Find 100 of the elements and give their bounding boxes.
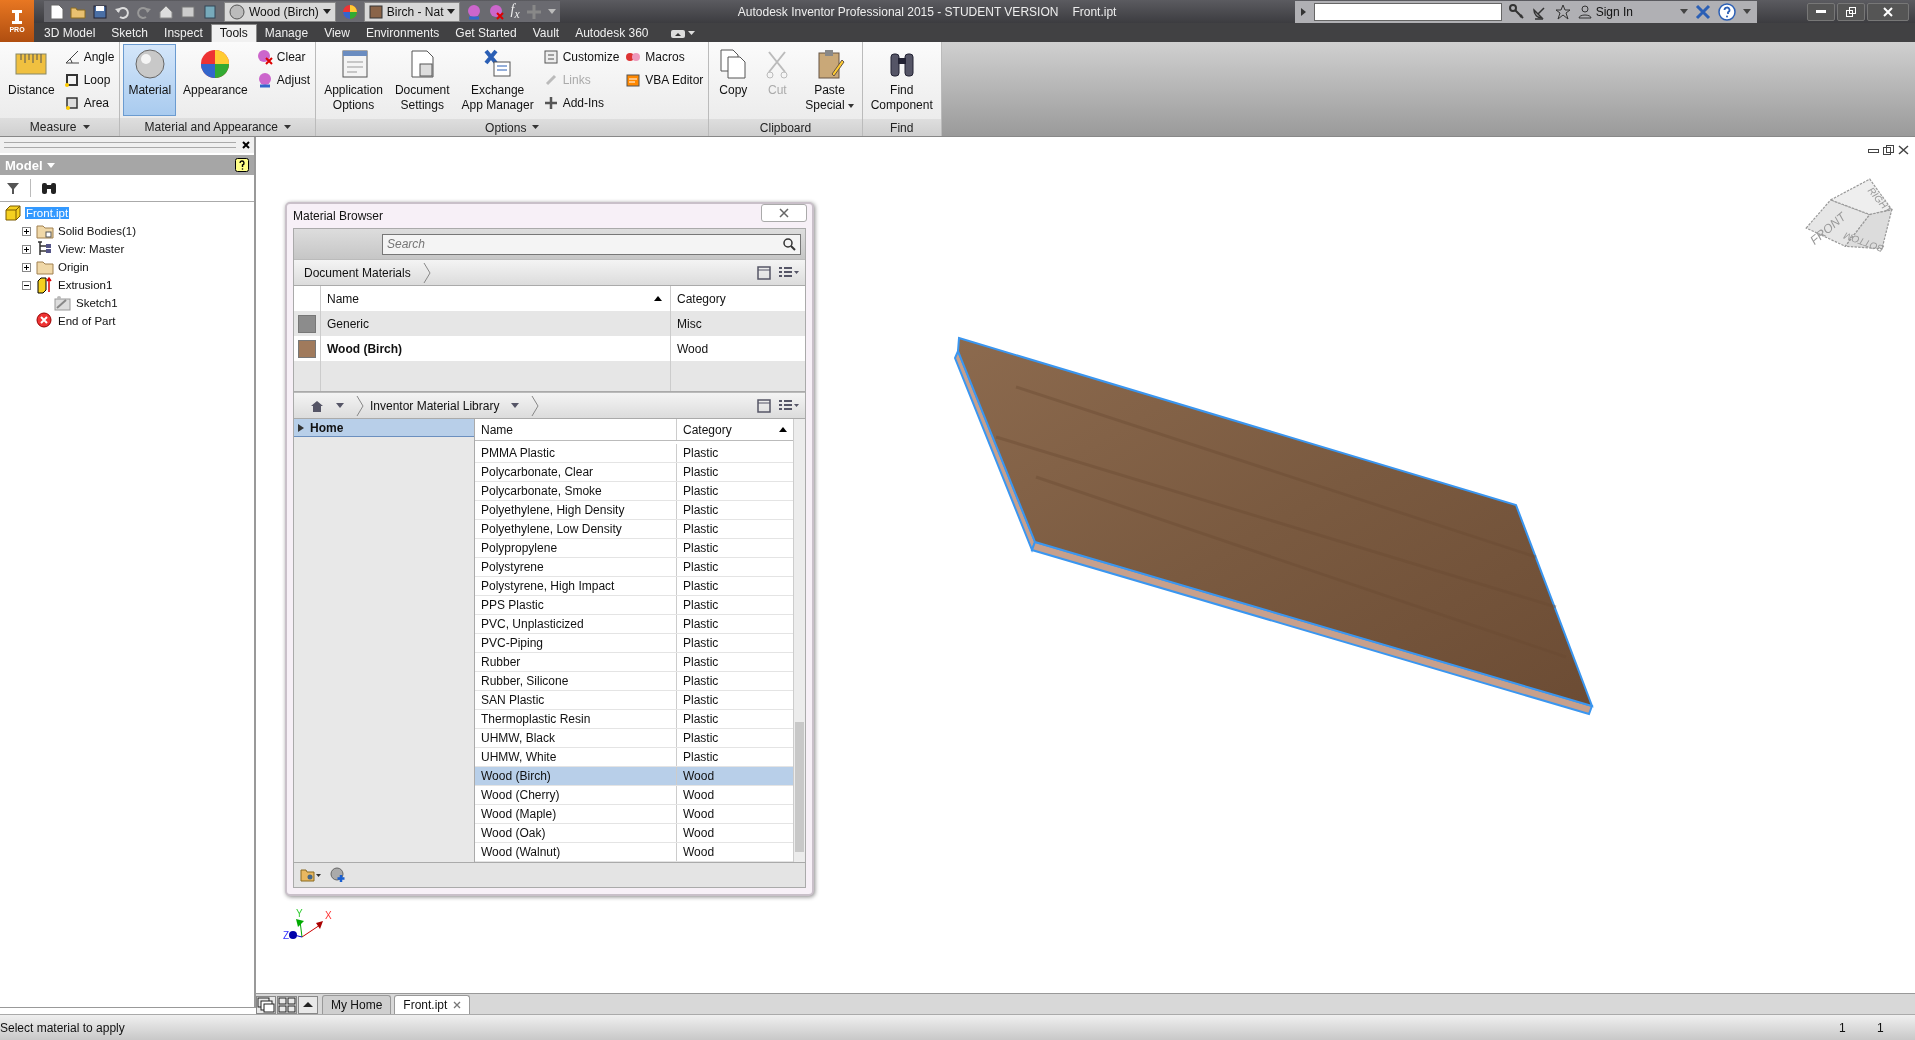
tree-item[interactable]: Origin: [57, 261, 90, 273]
appearance-dropdown[interactable]: Birch - Nat: [363, 1, 461, 22]
tool-button[interactable]: Customize: [540, 47, 622, 66]
ribbon-tab[interactable]: Get Started: [447, 25, 525, 42]
column-header[interactable]: Category: [677, 419, 793, 440]
help-icon[interactable]: [1718, 2, 1736, 21]
filter-icon[interactable]: [6, 181, 20, 195]
table-row[interactable]: Thermoplastic Resin Plastic: [475, 710, 793, 729]
column-header[interactable]: Category: [671, 291, 805, 306]
close-icon[interactable]: [1898, 145, 1909, 155]
search-field[interactable]: Search: [382, 233, 801, 255]
ribbon-tab[interactable]: Manage: [256, 25, 317, 42]
tree-item[interactable]: Extrusion1: [57, 279, 114, 291]
tool-button[interactable]: Document Settings: [389, 44, 455, 117]
ribbon-tab[interactable]: View: [316, 25, 358, 42]
tree-item[interactable]: End of Part: [57, 315, 117, 327]
expand-icon[interactable]: [22, 244, 31, 254]
star-icon[interactable]: [1554, 3, 1571, 20]
panel-toggle-icon[interactable]: [757, 265, 771, 280]
table-row[interactable]: PVC, Unplasticized Plastic: [475, 615, 793, 634]
tool-button[interactable]: Clear: [254, 47, 313, 66]
caret-icon[interactable]: [1680, 8, 1688, 15]
ribbon-tab[interactable]: Sketch: [103, 25, 157, 42]
expand-icon[interactable]: [1300, 7, 1307, 16]
expand-icon[interactable]: [22, 262, 31, 272]
table-row[interactable]: Wood (Cherry) Wood: [475, 786, 793, 805]
close-icon[interactable]: [242, 141, 250, 149]
restore-button[interactable]: [1837, 2, 1865, 21]
table-row[interactable]: PMMA Plastic Plastic: [475, 444, 793, 463]
tool-button[interactable]: Add-Ins: [540, 93, 622, 112]
table-row[interactable]: Wood (Maple) Wood: [475, 805, 793, 824]
help-icon[interactable]: [235, 158, 249, 172]
column-header[interactable]: Name: [475, 419, 677, 440]
caret-icon[interactable]: [547, 8, 556, 15]
table-row[interactable]: Polyethylene, High Density Plastic: [475, 501, 793, 520]
table-row[interactable]: Polycarbonate, Clear Plastic: [475, 463, 793, 482]
material-dropdown[interactable]: Wood (Birch): [224, 1, 336, 22]
list-view-icon[interactable]: [779, 266, 799, 279]
table-row[interactable]: UHMW, Black Plastic: [475, 729, 793, 748]
sign-in-button[interactable]: Sign In: [1577, 4, 1633, 19]
table-row[interactable]: Polyethylene, Low Density Plastic: [475, 520, 793, 539]
panel-title[interactable]: Measure: [0, 118, 120, 136]
list-view-icon[interactable]: [779, 399, 799, 412]
tool-button[interactable]: Area: [61, 93, 117, 112]
key-icon[interactable]: [1508, 3, 1525, 20]
collapse-icon[interactable]: [22, 280, 31, 290]
table-row[interactable]: Wood (Birch) Wood: [475, 767, 793, 786]
ribbon-tab[interactable]: Inspect: [156, 25, 211, 42]
exchange-x-icon[interactable]: [1695, 3, 1711, 20]
search-icon[interactable]: [783, 237, 796, 251]
panel-title[interactable]: Options: [316, 119, 709, 136]
color-wheel-icon[interactable]: [341, 3, 358, 20]
caret-icon[interactable]: [1743, 8, 1751, 15]
tool-button[interactable]: Paste Special: [800, 44, 859, 117]
new-file-icon[interactable]: [48, 3, 64, 20]
table-row[interactable]: PVC-Piping Plastic: [475, 634, 793, 653]
tool-button[interactable]: Loop: [61, 70, 117, 89]
library-folder-icon[interactable]: [300, 868, 322, 882]
tool-button[interactable]: Application Options: [319, 44, 388, 117]
table-row[interactable]: Polypropylene Plastic: [475, 539, 793, 558]
tool-button[interactable]: Exchange App Manager: [456, 44, 539, 117]
home-icon[interactable]: [158, 3, 174, 20]
formula-button[interactable]: f$_{x}$: [510, 2, 520, 21]
table-row[interactable]: Wood (Walnut) Wood: [475, 843, 793, 862]
create-material-icon[interactable]: [330, 867, 346, 883]
tool-button[interactable]: Macros: [623, 47, 706, 66]
arrow-up-icon[interactable]: [298, 996, 318, 1014]
minimize-button[interactable]: [1807, 2, 1835, 21]
table-row[interactable]: Polystyrene Plastic: [475, 558, 793, 577]
tool-button[interactable]: Copy: [712, 44, 755, 117]
tree-item[interactable]: Solid Bodies(1): [57, 225, 137, 237]
table-row[interactable]: SAN Plastic Plastic: [475, 691, 793, 710]
ribbon-tab[interactable]: Vault: [524, 25, 568, 42]
tree-item[interactable]: View: Master: [57, 243, 126, 255]
library-tree-item[interactable]: Home: [294, 419, 474, 437]
tile-windows-icon[interactable]: [277, 996, 297, 1014]
restore-icon[interactable]: [1883, 145, 1894, 155]
breadcrumb-item[interactable]: Document Materials: [300, 265, 415, 280]
table-row[interactable]: Polystyrene, High Impact Plastic: [475, 577, 793, 596]
wood-plate-drawing[interactable]: [953, 336, 1594, 716]
search-field[interactable]: [1313, 2, 1502, 21]
ribbon-tab[interactable]: Tools: [210, 24, 257, 42]
tool-button[interactable]: VBA Editor: [623, 70, 706, 89]
document-tab[interactable]: My Home: [322, 995, 392, 1014]
tool-button[interactable]: Adjust: [254, 70, 313, 89]
panel-title[interactable]: Material and Appearance: [120, 118, 316, 136]
table-row[interactable]: Rubber Plastic: [475, 653, 793, 672]
table-row[interactable]: Rubber, Silicone Plastic: [475, 672, 793, 691]
scrollbar[interactable]: [793, 419, 805, 862]
ribbon-tab[interactable]: Autodesk 360: [567, 25, 657, 42]
document-tab[interactable]: Front.ipt: [394, 995, 471, 1014]
breadcrumb-item[interactable]: Inventor Material Library: [366, 398, 524, 413]
tool-button[interactable]: Angle: [61, 47, 117, 66]
close-button[interactable]: [1867, 2, 1909, 21]
panel-title[interactable]: Find: [862, 119, 941, 136]
tree-item[interactable]: Sketch1: [75, 297, 119, 309]
tool-button[interactable]: Distance: [3, 44, 60, 116]
table-row[interactable]: Polycarbonate, Smoke Plastic: [475, 482, 793, 501]
table-row[interactable]: Wood (Oak) Wood: [475, 824, 793, 843]
tool-button[interactable]: Material: [123, 44, 177, 116]
